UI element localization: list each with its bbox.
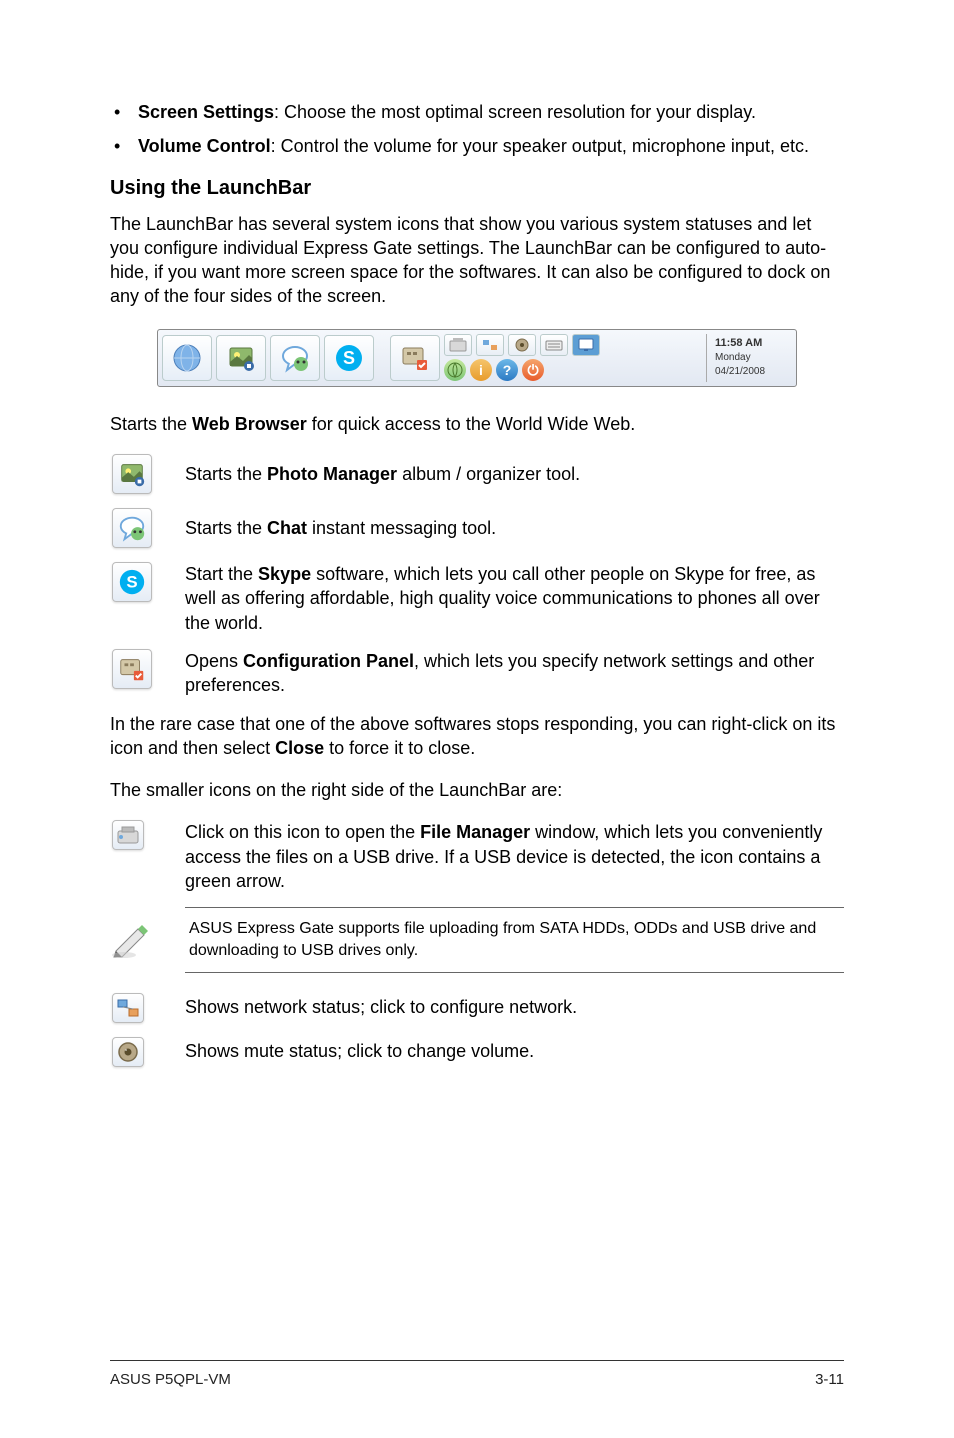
footer-page-number: 3-11 bbox=[815, 1371, 844, 1388]
bullet-label: Screen Settings bbox=[138, 102, 274, 122]
network-status-icon bbox=[112, 993, 144, 1023]
mute-text: Shows mute status; click to change volum… bbox=[185, 1039, 844, 1063]
bullet-item: • Screen Settings: Choose the most optim… bbox=[110, 100, 844, 124]
file-manager-row: Click on this icon to open the File Mana… bbox=[110, 820, 844, 893]
file-text: Click on this icon to open the File Mana… bbox=[185, 820, 844, 893]
launchbar-config-icon bbox=[390, 335, 440, 381]
tray-globe-icon bbox=[444, 359, 466, 381]
clock-time: 11:58 AM bbox=[715, 336, 792, 351]
launchbar-clock: 11:58 AM Monday 04/21/2008 bbox=[706, 334, 792, 382]
photo-manager-row: Starts the Photo Manager album / organiz… bbox=[110, 454, 844, 494]
file-manager-icon bbox=[112, 820, 144, 850]
smaller-icons-intro: The smaller icons on the right side of t… bbox=[110, 778, 844, 802]
text: for quick access to the World Wide Web. bbox=[307, 414, 635, 434]
launchbar-chat-icon bbox=[270, 335, 320, 381]
chat-text: Starts the Chat instant messaging tool. bbox=[185, 516, 844, 540]
launchbar-photo-icon bbox=[216, 335, 266, 381]
bullet-label: Volume Control bbox=[138, 136, 271, 156]
bullet-marker: • bbox=[110, 134, 138, 158]
note-text: ASUS Express Gate supports file uploadin… bbox=[185, 907, 844, 972]
tray-screen-icon bbox=[572, 334, 600, 356]
photo-manager-icon bbox=[112, 454, 152, 494]
skype-text: Start the Skype software, which lets you… bbox=[185, 562, 844, 635]
close-paragraph: In the rare case that one of the above s… bbox=[110, 712, 844, 761]
launchbar-skype-icon: S bbox=[324, 335, 374, 381]
mute-row: Shows mute status; click to change volum… bbox=[110, 1037, 844, 1067]
bullet-marker: • bbox=[110, 100, 138, 124]
svg-text:S: S bbox=[126, 573, 137, 592]
tray-power-icon: ⏻ bbox=[522, 359, 544, 381]
tray-help-icon: ? bbox=[496, 359, 518, 381]
bullet-text: : Choose the most optimal screen resolut… bbox=[274, 102, 756, 122]
network-text: Shows network status; click to configure… bbox=[185, 995, 844, 1019]
footer-product: ASUS P5QPL-VM bbox=[110, 1371, 231, 1388]
bullet-text: : Control the volume for your speaker ou… bbox=[271, 136, 809, 156]
tray-network-icon bbox=[476, 334, 504, 356]
page-footer: ASUS P5QPL-VM 3-11 bbox=[110, 1360, 844, 1388]
volume-status-icon bbox=[112, 1037, 144, 1067]
config-panel-icon bbox=[112, 649, 152, 689]
tray-file-icon bbox=[444, 334, 472, 356]
photo-text: Starts the Photo Manager album / organiz… bbox=[185, 462, 844, 486]
bullet-item: • Volume Control: Control the volume for… bbox=[110, 134, 844, 158]
tray-volume-icon bbox=[508, 334, 536, 356]
launchbar-web-icon bbox=[162, 335, 212, 381]
network-row: Shows network status; click to configure… bbox=[110, 993, 844, 1023]
tray-info-icon: i bbox=[470, 359, 492, 381]
bullet-list: • Screen Settings: Choose the most optim… bbox=[110, 100, 844, 159]
skype-icon: S bbox=[112, 562, 152, 602]
launchbar-tray: i ? ⏻ bbox=[444, 334, 698, 382]
tray-keyboard-icon bbox=[540, 334, 568, 356]
launchbar-screenshot: S i ? ⏻ 11:58 AM Monday 04/21/2008 bbox=[157, 329, 797, 387]
intro-paragraph: The LaunchBar has several system icons t… bbox=[110, 212, 844, 309]
config-text: Opens Configuration Panel, which lets yo… bbox=[185, 649, 844, 698]
config-row: Opens Configuration Panel, which lets yo… bbox=[110, 649, 844, 698]
svg-text:S: S bbox=[343, 348, 355, 368]
section-heading: Using the LaunchBar bbox=[110, 177, 844, 200]
clock-date: 04/21/2008 bbox=[715, 365, 792, 379]
note-pencil-icon bbox=[110, 921, 150, 959]
skype-row: S Start the Skype software, which lets y… bbox=[110, 562, 844, 635]
note-row: ASUS Express Gate supports file uploadin… bbox=[110, 907, 844, 972]
bold-text: Web Browser bbox=[192, 414, 307, 434]
text: Starts the bbox=[110, 414, 192, 434]
web-browser-line: Starts the Web Browser for quick access … bbox=[110, 412, 844, 436]
clock-day: Monday bbox=[715, 351, 792, 365]
chat-row: Starts the Chat instant messaging tool. bbox=[110, 508, 844, 548]
chat-icon bbox=[112, 508, 152, 548]
bullet-content: Screen Settings: Choose the most optimal… bbox=[138, 100, 844, 124]
bullet-content: Volume Control: Control the volume for y… bbox=[138, 134, 844, 158]
